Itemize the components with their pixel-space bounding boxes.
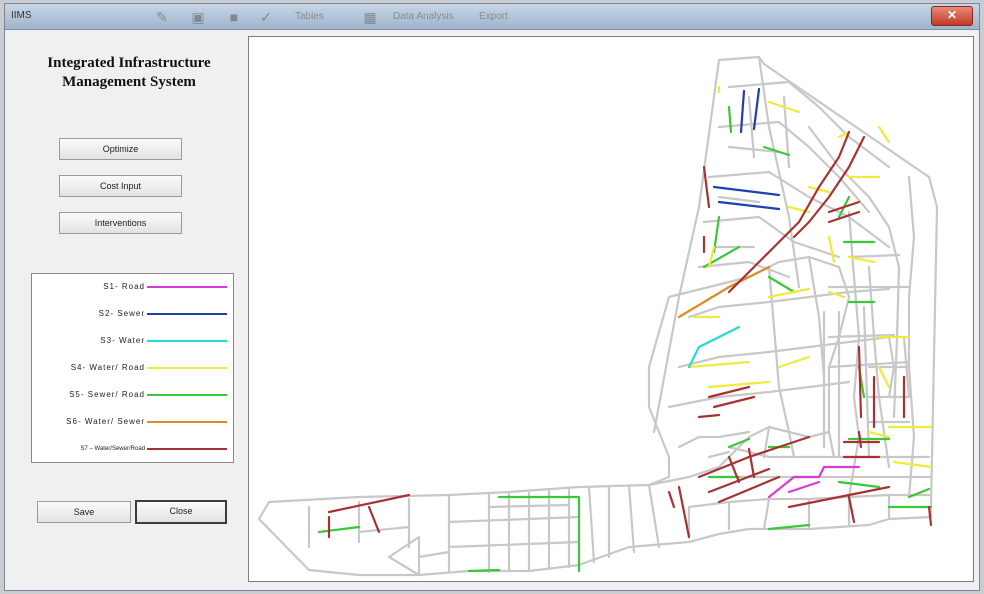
legend-swatch	[147, 394, 227, 396]
legend-label: S1- Road	[103, 282, 145, 291]
cost-input-button[interactable]: Cost Input	[59, 175, 182, 197]
legend-item: S5- Sewer/ Road	[32, 388, 233, 402]
title-bar: IIMS ✎ ▣ ■ ✓ Tables ▦ Data Analysis Expo…	[5, 4, 979, 30]
sewer-road-segment	[317, 487, 933, 573]
legend-label: S2- Sewer	[98, 309, 145, 318]
legend-swatch	[147, 448, 227, 450]
legend-label: S4- Water/ Road	[70, 363, 145, 372]
toolbar-export[interactable]: Export	[479, 11, 508, 22]
legend-label: S3- Water	[100, 336, 145, 345]
window-close-button[interactable]: ✕	[931, 6, 973, 26]
grid-icon[interactable]: ▦	[361, 8, 379, 26]
sewer-road-segment	[702, 245, 891, 489]
legend-item: S1- Road	[32, 280, 233, 294]
legend-item: S2- Sewer	[32, 307, 233, 321]
optimize-button[interactable]: Optimize	[59, 138, 182, 160]
legend-swatch	[147, 313, 227, 315]
check-icon[interactable]: ✓	[257, 8, 275, 26]
network-map-canvas	[257, 55, 939, 577]
briefcase-icon[interactable]: ■	[225, 8, 243, 26]
water-sewer-road-segment	[697, 385, 756, 419]
interventions-button[interactable]: Interventions	[59, 212, 182, 234]
legend-swatch	[147, 340, 227, 342]
network-map[interactable]	[248, 36, 974, 582]
legend-label: S7 – Water/Sewer/Road	[80, 446, 145, 452]
toolbar-tables[interactable]: Tables	[295, 11, 324, 22]
water-segment	[687, 325, 741, 369]
save-button[interactable]: Save	[37, 501, 131, 523]
legend-label: S6- Water/ Sewer	[66, 417, 145, 426]
legend-swatch	[147, 367, 227, 369]
toolbar-data-analysis[interactable]: Data Analysis	[393, 11, 454, 22]
save-icon[interactable]: ▣	[189, 8, 207, 26]
legend-item: S7 – Water/Sewer/Road	[32, 442, 233, 456]
control-panel: Integrated Infrastructure Management Sys…	[13, 36, 245, 584]
legend-item: S3- Water	[32, 334, 233, 348]
close-button[interactable]: Close	[135, 500, 227, 524]
legend-box: S1- Road S2- Sewer S3- Water S4- Water/ Roa…	[31, 273, 234, 463]
legend-swatch	[147, 286, 227, 288]
app-window: IIMS ✎ ▣ ■ ✓ Tables ▦ Data Analysis Expo…	[4, 3, 980, 591]
legend-label: S5- Sewer/ Road	[69, 390, 145, 399]
legend-item: S4- Water/ Road	[32, 361, 233, 375]
brush-icon[interactable]: ✎	[153, 8, 171, 26]
legend-item: S6- Water/ Sewer	[32, 415, 233, 429]
app-heading: Integrated Infrastructure Management Sys…	[47, 55, 211, 90]
water-sewer-road-segment	[702, 165, 711, 254]
window-title: IIMS	[11, 10, 32, 21]
legend-swatch	[147, 421, 227, 423]
